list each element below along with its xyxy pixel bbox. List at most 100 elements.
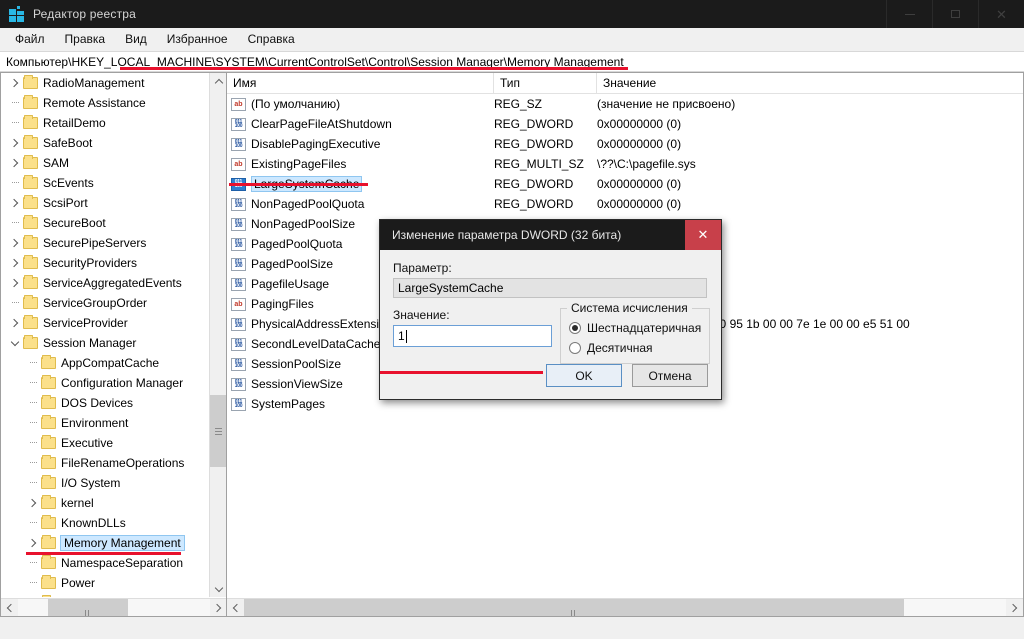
tree-node[interactable]: RetailDemo [1,113,210,133]
tree-node[interactable]: ScsiPort [1,193,210,213]
string-value-icon: ab [231,297,246,311]
column-header-name[interactable]: Имя [227,73,494,94]
tree-hscroll-right-button[interactable] [210,599,226,616]
tree-hscroll-thumb[interactable] [48,599,128,616]
menu-item-2[interactable]: Вид [116,29,156,49]
tree-hscroll-track-right[interactable] [128,599,210,616]
dword-value-icon: 011 100 [231,197,246,211]
value-row[interactable]: ab (По умолчанию) REG_SZ (значение не присв… [227,94,1023,114]
tree-vertical-scrollbar[interactable] [209,73,226,597]
tree-node[interactable]: kernel [1,493,210,513]
menu-item-0[interactable]: Файл [6,29,54,49]
tree-scroll-up-button[interactable] [210,73,226,90]
chevron-right-icon[interactable] [7,133,23,153]
tree-node[interactable]: Quota System [1,593,210,597]
cancel-button[interactable]: Отмена [632,364,708,387]
tree-horizontal-scrollbar[interactable] [1,598,226,616]
tree-leaf-marker [7,173,23,193]
tree-node[interactable]: SAM [1,153,210,173]
value-name: SecondLevelDataCache [251,337,381,351]
chevron-right-icon[interactable] [25,493,41,513]
list-horizontal-scrollbar[interactable] [227,598,1023,616]
chevron-down-icon[interactable] [7,333,23,353]
chevron-right-icon[interactable] [7,153,23,173]
dialog-close-icon[interactable]: ✕ [685,220,721,250]
tree-node[interactable]: SafeBoot [1,133,210,153]
maximize-button[interactable] [932,0,978,28]
tree-node[interactable]: AppCompatCache [1,353,210,373]
param-name-field: LargeSystemCache [393,278,707,298]
value-row[interactable]: 011 100 DisablePagingExecutive REG_DWORD 0x0… [227,134,1023,154]
tree-node[interactable]: ServiceAggregatedEvents [1,273,210,293]
radio-hexadecimal-icon[interactable] [569,322,581,334]
tree-leaf-marker [25,373,41,393]
tree-hscroll-track[interactable] [18,599,48,616]
tree-node[interactable]: Environment [1,413,210,433]
tree-node-label: SecurePipeServers [43,236,147,250]
dword-value-icon: 011 100 [231,137,246,151]
value-name: ClearPageFileAtShutdown [251,117,392,131]
menu-item-1[interactable]: Правка [56,29,115,49]
menu-item-4[interactable]: Справка [239,29,304,49]
column-header-type[interactable]: Тип [494,73,597,94]
dword-value-icon: 011 100 [231,317,246,331]
minimize-button[interactable] [886,0,932,28]
chevron-right-icon[interactable] [7,253,23,273]
ok-button[interactable]: OK [546,364,622,387]
tree-node[interactable]: NamespaceSeparation [1,553,210,573]
chevron-right-icon[interactable] [7,313,23,333]
tree-node[interactable]: SecurePipeServers [1,233,210,253]
largesystemcache-highlight-underline [229,183,368,186]
chevron-right-icon[interactable] [7,73,23,93]
value-name: SystemPages [251,397,326,411]
tree-node[interactable]: RadioManagement [1,73,210,93]
tree-node[interactable]: ScEvents [1,173,210,193]
list-hscroll-track[interactable] [904,599,1006,616]
radio-decimal[interactable]: Десятичная [569,341,701,355]
chevron-right-icon[interactable] [7,193,23,213]
value-data: 0x00000000 (0) [597,177,682,191]
tree-node[interactable]: I/O System [1,473,210,493]
tree-node[interactable]: ServiceGroupOrder [1,293,210,313]
value-row[interactable]: 011 100 NonPagedPoolQuota REG_DWORD 0x000000… [227,194,1023,214]
tree-node-label: ServiceProvider [43,316,128,330]
tree-node[interactable]: KnownDLLs [1,513,210,533]
close-button[interactable]: ✕ [978,0,1024,28]
tree-leaf-marker [7,213,23,233]
tree-node[interactable]: Session Manager [1,333,210,353]
value-data: 0x00000000 (0) [597,197,682,211]
list-hscroll-thumb[interactable] [244,599,904,616]
menu-item-3[interactable]: Избранное [158,29,237,49]
value-type: REG_DWORD [494,137,574,151]
column-header-value[interactable]: Значение [597,73,1007,94]
tree-node[interactable]: Configuration Manager [1,373,210,393]
chevron-right-icon[interactable] [7,233,23,253]
chevron-right-icon[interactable] [25,533,41,553]
tree-node[interactable]: Executive [1,433,210,453]
value-row[interactable]: ab ExistingPageFiles REG_MULTI_SZ \??\C:\pa… [227,154,1023,174]
list-hscroll-left-button[interactable] [227,599,244,616]
radio-decimal-icon[interactable] [569,342,581,354]
tree-node-label: SAM [43,156,70,170]
tree-node[interactable]: FileRenameOperations [1,453,210,473]
list-hscroll-right-button[interactable] [1006,599,1023,616]
folder-icon [23,335,38,349]
tree-node-label: kernel [61,496,94,510]
chevron-right-icon[interactable] [7,273,23,293]
tree-node[interactable]: Remote Assistance [1,93,210,113]
tree-scroll-down-button[interactable] [210,580,226,597]
tree-node[interactable]: ServiceProvider [1,313,210,333]
value-row[interactable]: 011 100 ClearPageFileAtShutdown REG_DWORD 0x… [227,114,1023,134]
tree-node[interactable]: Power [1,573,210,593]
tree-node-label: Quota System [61,596,141,597]
value-input[interactable]: 1 [393,325,552,347]
tree-hscroll-left-button[interactable] [1,599,18,616]
tree-node[interactable]: Memory Management [1,533,210,553]
tree-node[interactable]: SecurityProviders [1,253,210,273]
radio-hexadecimal[interactable]: Шестнадцатеричная [569,321,701,335]
tree-node[interactable]: DOS Devices [1,393,210,413]
tree-scroll-thumb[interactable] [210,395,226,467]
tree-node[interactable]: SecureBoot [1,213,210,233]
tree-node-label: ServiceGroupOrder [43,296,148,310]
value-name: NonPagedPoolSize [251,217,356,231]
